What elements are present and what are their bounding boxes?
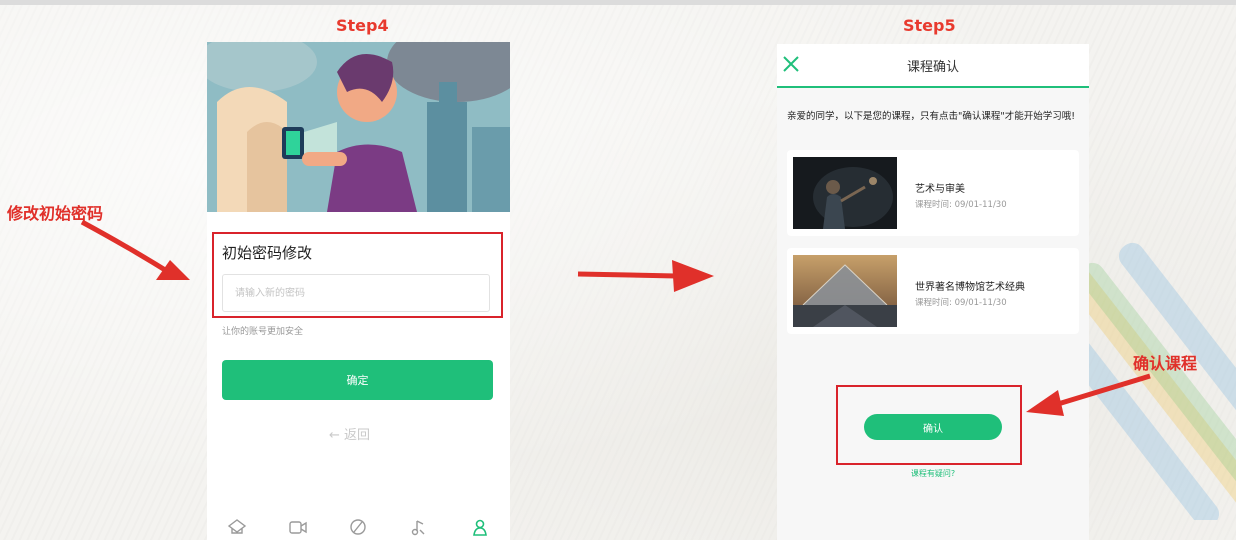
intro-text: 亲爱的同学，以下是您的课程，只有点击"确认课程"才能开始学习哦! (787, 111, 1076, 122)
course-card[interactable]: 世界著名博物馆艺术经典 课程时间: 09/01-11/30 (787, 248, 1079, 334)
course-card[interactable]: 艺术与审美 课程时间: 09/01-11/30 (787, 150, 1079, 236)
back-link[interactable]: ← 返回 (329, 424, 370, 443)
arrow-to-password-icon (80, 219, 190, 280)
course-question-link[interactable]: 课程有疑问? (777, 468, 1089, 479)
page-title: 课程确认 (906, 60, 959, 75)
course-title: 世界著名博物馆艺术经典 (915, 282, 1025, 293)
bottom-tab-bar (207, 510, 510, 540)
home-icon[interactable] (225, 516, 249, 538)
illustration-image (207, 42, 510, 212)
arrow-next-step-icon (577, 260, 714, 292)
course-title: 艺术与审美 (915, 184, 965, 195)
compass-icon[interactable] (346, 516, 370, 538)
course-confirm-header: 课程确认 (777, 44, 1089, 88)
step5-phone-screen: 课程确认 亲爱的同学，以下是您的课程，只有点击"确认课程"才能开始学习哦! 艺术… (777, 44, 1089, 540)
highlight-box-confirm (836, 385, 1022, 465)
course-thumbnail (793, 157, 897, 229)
step5-title: Step5 (903, 16, 956, 35)
profile-icon[interactable] (468, 516, 492, 538)
course-thumbnail (793, 255, 897, 327)
music-icon[interactable] (407, 516, 431, 538)
video-icon[interactable] (286, 516, 310, 538)
confirm-password-button[interactable]: 确定 (222, 360, 493, 400)
arrow-to-confirm-icon (1026, 373, 1151, 416)
security-hint: 让你的账号更加安全 (222, 327, 304, 337)
course-time: 课程时间: 09/01-11/30 (915, 298, 1007, 308)
step4-title: Step4 (336, 16, 389, 35)
annotation-confirm-course: 确认课程 (1133, 354, 1198, 373)
highlight-box-password (212, 232, 503, 318)
top-border (0, 0, 1236, 5)
course-time: 课程时间: 09/01-11/30 (915, 200, 1007, 210)
